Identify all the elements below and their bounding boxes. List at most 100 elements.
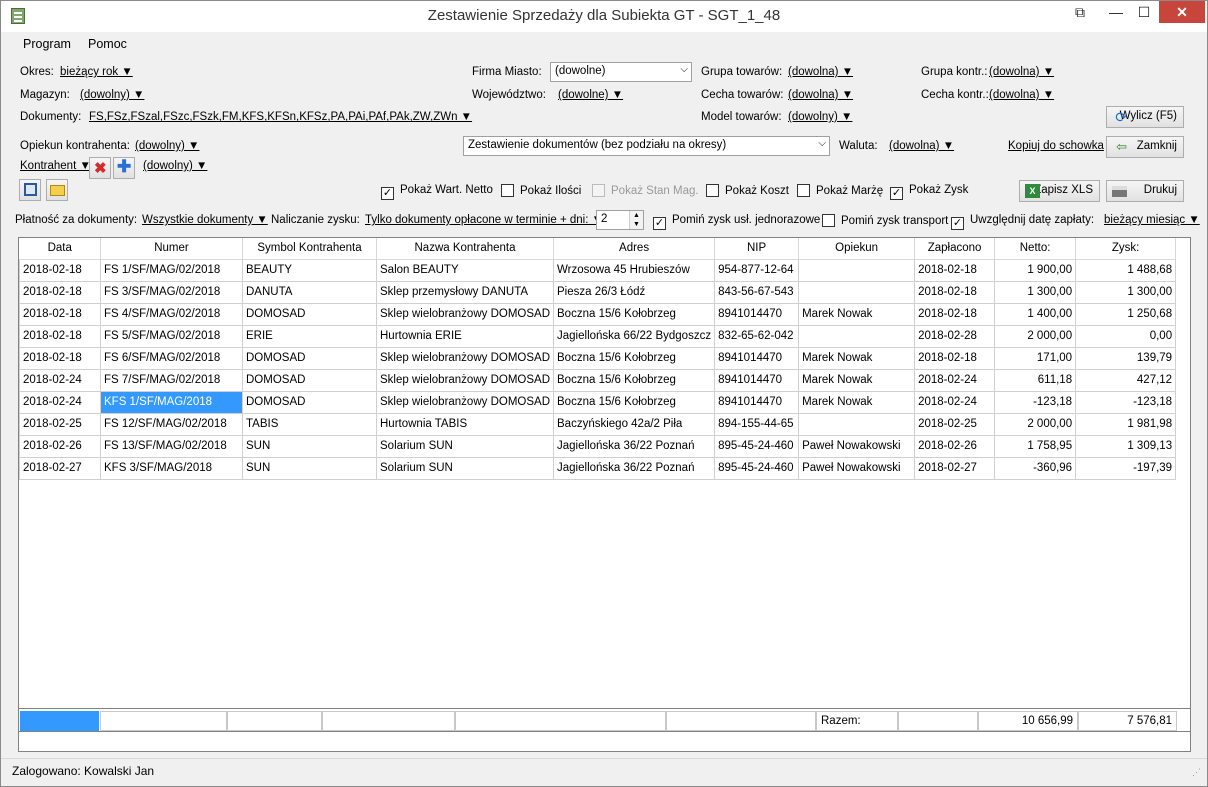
table-cell[interactable]: 427,12 [1075, 368, 1177, 392]
column-header[interactable]: Zysk: [1075, 238, 1177, 260]
table-cell[interactable]: DOMOSAD [242, 368, 377, 392]
opiekun-dropdown[interactable]: (dowolny) ▼ [135, 140, 199, 152]
table-cell[interactable]: 894-155-44-65 [714, 412, 800, 436]
table-cell[interactable]: 1 488,68 [1075, 258, 1177, 282]
table-cell[interactable]: DOMOSAD [242, 390, 377, 414]
table-cell[interactable]: Sklep przemysłowy DANUTA [375, 280, 555, 304]
firma-miasto-select[interactable]: (dowolne) ⌵ [550, 62, 692, 82]
table-cell[interactable]: Wrzosowa 45 Hrubieszów [553, 258, 716, 282]
table-cell[interactable]: 2018-02-25 [19, 412, 101, 436]
cecha-towarow-dropdown[interactable]: (dowolna) ▼ [788, 89, 853, 101]
table-cell[interactable]: 2018-02-18 [19, 324, 101, 348]
table-row[interactable]: 2018-02-18 FS 6/SF/MAG/02/2018 DOMOSAD Skle… [19, 346, 1177, 370]
table-cell[interactable]: ERIE [242, 324, 377, 348]
maximize-button[interactable]: ☐ [1127, 1, 1161, 23]
kontrahent-value-dropdown[interactable]: (dowolny) ▼ [143, 160, 207, 172]
table-cell[interactable]: 2018-02-28 [914, 324, 996, 348]
table-cell[interactable]: Sklep wielobranżowy DOMOSAD [375, 302, 555, 326]
table-cell[interactable]: FS 1/SF/MAG/02/2018 [100, 258, 243, 282]
checkbox-box[interactable]: ✓ [951, 217, 964, 230]
table-cell[interactable]: FS 7/SF/MAG/02/2018 [100, 368, 243, 392]
table-cell[interactable]: 1 250,68 [1075, 302, 1177, 326]
table-cell[interactable]: FS 13/SF/MAG/02/2018 [100, 434, 243, 458]
stepper-arrows-icon[interactable]: ▲ ▼ [629, 211, 643, 229]
table-cell[interactable]: Sklep wielobranżowy DOMOSAD [375, 346, 555, 370]
table-cell[interactable]: 2018-02-18 [914, 302, 996, 326]
close-button[interactable]: ✕ [1159, 1, 1205, 23]
table-cell[interactable]: 895-45-24-460 [714, 456, 800, 480]
table-cell[interactable]: 2018-02-18 [19, 346, 101, 370]
dni-stepper[interactable]: 2 ▲ ▼ [596, 210, 644, 230]
table-cell[interactable]: KFS 3/SF/MAG/2018 [100, 456, 243, 480]
table-row[interactable]: 2018-02-24 KFS 1/SF/MAG/2018 DOMOSAD Sklep … [19, 390, 1177, 414]
grupa-towarow-dropdown[interactable]: (dowolna) ▼ [788, 66, 853, 78]
table-cell[interactable]: Boczna 15/6 Kołobrzeg [553, 346, 716, 370]
table-cell[interactable]: 1 300,00 [994, 280, 1077, 304]
checkbox-box[interactable]: ✓ [381, 187, 394, 200]
magazyn-dropdown[interactable]: (dowolny) ▼ [80, 89, 144, 101]
column-header[interactable]: Data [19, 238, 101, 260]
table-cell[interactable]: 611,18 [994, 368, 1077, 392]
table-cell[interactable]: Boczna 15/6 Kołobrzeg [553, 390, 716, 414]
table-cell[interactable]: 954-877-12-64 [714, 258, 800, 282]
save-settings-button[interactable] [19, 179, 41, 201]
column-header[interactable]: Opiekun [798, 238, 916, 260]
table-cell[interactable]: FS 3/SF/MAG/02/2018 [100, 280, 243, 304]
table-cell[interactable]: DOMOSAD [242, 346, 377, 370]
table-cell[interactable] [798, 258, 916, 282]
table-cell[interactable]: 171,00 [994, 346, 1077, 370]
table-cell[interactable]: 2018-02-26 [19, 434, 101, 458]
checkbox-box[interactable]: ✓ [653, 217, 666, 230]
pokaz-zysk-checkbox[interactable]: ✓ Pokaż Zysk [890, 184, 968, 200]
table-cell[interactable]: TABIS [242, 412, 377, 436]
checkbox-box[interactable]: ✓ [890, 187, 903, 200]
pomin-uslugi-checkbox[interactable]: ✓ Pomiń zysk usł. jednorazowe [653, 214, 820, 230]
table-cell[interactable]: Paweł Nowakowski [798, 456, 916, 480]
table-cell[interactable]: Sklep wielobranżowy DOMOSAD [375, 390, 555, 414]
data-grid[interactable]: Data Numer Symbol Kontrahenta Nazwa Kontrah… [18, 237, 1191, 752]
table-row[interactable]: 2018-02-27 KFS 3/SF/MAG/2018 SUN Solarium S… [19, 456, 1177, 480]
pokaz-ilosci-checkbox[interactable]: Pokaż Ilości [501, 184, 581, 197]
table-cell[interactable]: Solarium SUN [375, 434, 555, 458]
menu-program[interactable]: Program [23, 37, 71, 51]
model-towarow-dropdown[interactable]: (dowolny) ▼ [788, 111, 852, 123]
table-cell[interactable]: 2 000,00 [994, 324, 1077, 348]
checkbox-box[interactable] [706, 184, 719, 197]
table-cell[interactable]: DOMOSAD [242, 302, 377, 326]
table-cell[interactable]: 1 981,98 [1075, 412, 1177, 436]
uwzglednij-checkbox[interactable]: ✓ Uwzględnij datę zapłaty: [951, 214, 1094, 230]
table-cell[interactable]: 139,79 [1075, 346, 1177, 370]
clear-kontrahent-button[interactable]: ✖ [89, 157, 111, 179]
table-cell[interactable]: 2018-02-18 [19, 280, 101, 304]
table-row[interactable]: 2018-02-25 FS 12/SF/MAG/02/2018 TABIS Hurto… [19, 412, 1177, 436]
table-cell[interactable]: 2018-02-27 [19, 456, 101, 480]
table-cell[interactable]: 895-45-24-460 [714, 434, 800, 458]
resize-grip-icon[interactable]: ⋰ [1192, 767, 1201, 778]
table-cell[interactable]: 8941014470 [714, 368, 800, 392]
table-cell[interactable]: 1 300,00 [1075, 280, 1177, 304]
menu-pomoc[interactable]: Pomoc [88, 37, 127, 51]
cecha-kontr-dropdown[interactable]: (dowolna) ▼ [989, 89, 1054, 101]
table-cell[interactable]: Marek Nowak [798, 346, 916, 370]
restore-layout-icon[interactable]: ⧉ [1063, 1, 1097, 23]
table-cell[interactable]: Marek Nowak [798, 390, 916, 414]
pokaz-netto-checkbox[interactable]: ✓ Pokaż Wart. Netto [381, 184, 493, 200]
table-cell[interactable]: -123,18 [994, 390, 1077, 414]
table-cell[interactable] [798, 324, 916, 348]
table-cell[interactable] [798, 412, 916, 436]
naliczanie-dropdown[interactable]: Tylko dokumenty opłacone w terminie + dn… [365, 214, 603, 226]
table-cell[interactable]: FS 5/SF/MAG/02/2018 [100, 324, 243, 348]
table-cell[interactable]: 2018-02-25 [914, 412, 996, 436]
table-cell[interactable]: DANUTA [242, 280, 377, 304]
open-settings-button[interactable] [46, 179, 68, 201]
table-cell[interactable]: Piesza 26/3 Łódź [553, 280, 716, 304]
checkbox-box[interactable] [822, 214, 835, 227]
column-header[interactable]: Numer [100, 238, 243, 260]
column-header[interactable]: Netto: [994, 238, 1077, 260]
table-cell[interactable]: Jagiellońska 66/22 Bydgoszcz [553, 324, 716, 348]
table-cell[interactable]: BEAUTY [242, 258, 377, 282]
table-cell[interactable] [798, 280, 916, 304]
table-cell[interactable]: SUN [242, 434, 377, 458]
table-cell[interactable]: Baczyńskiego 42a/2 Piła [553, 412, 716, 436]
table-cell[interactable]: 2018-02-24 [19, 390, 101, 414]
